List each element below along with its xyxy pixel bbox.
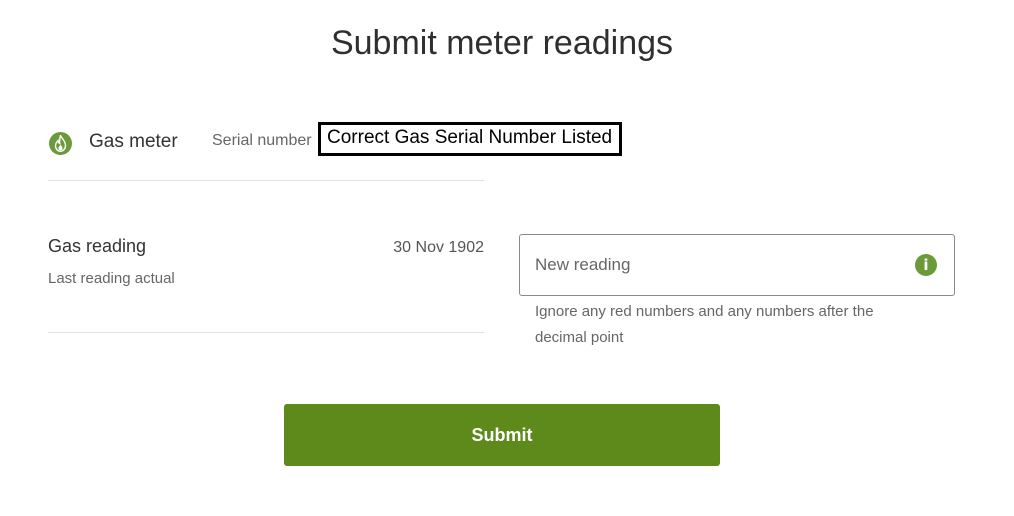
flame-icon-graphic [54,135,67,152]
serial-number-value: Correct Gas Serial Number Listed [318,122,623,156]
new-reading-field[interactable]: i [519,234,955,296]
flame-icon [49,132,72,155]
meter-header: Gas meter Serial number Correct Gas Seri… [48,122,623,181]
reading-hint: Ignore any red numbers and any numbers a… [535,303,874,346]
last-reading-status: Last reading actual [48,270,175,287]
gas-reading-title: Gas reading [48,236,147,256]
new-reading-input[interactable] [535,235,895,295]
gas-reading-section: Gas reading Last reading actual 30 Nov 1… [48,236,484,333]
info-icon[interactable]: i [915,254,937,276]
submit-button[interactable]: Submit [284,404,720,466]
meter-label: Gas meter [89,131,178,152]
page-title: Submit meter readings [330,24,674,62]
last-reading-date: 30 Nov 1902 [393,239,484,256]
serial-number-label: Serial number [212,132,312,149]
